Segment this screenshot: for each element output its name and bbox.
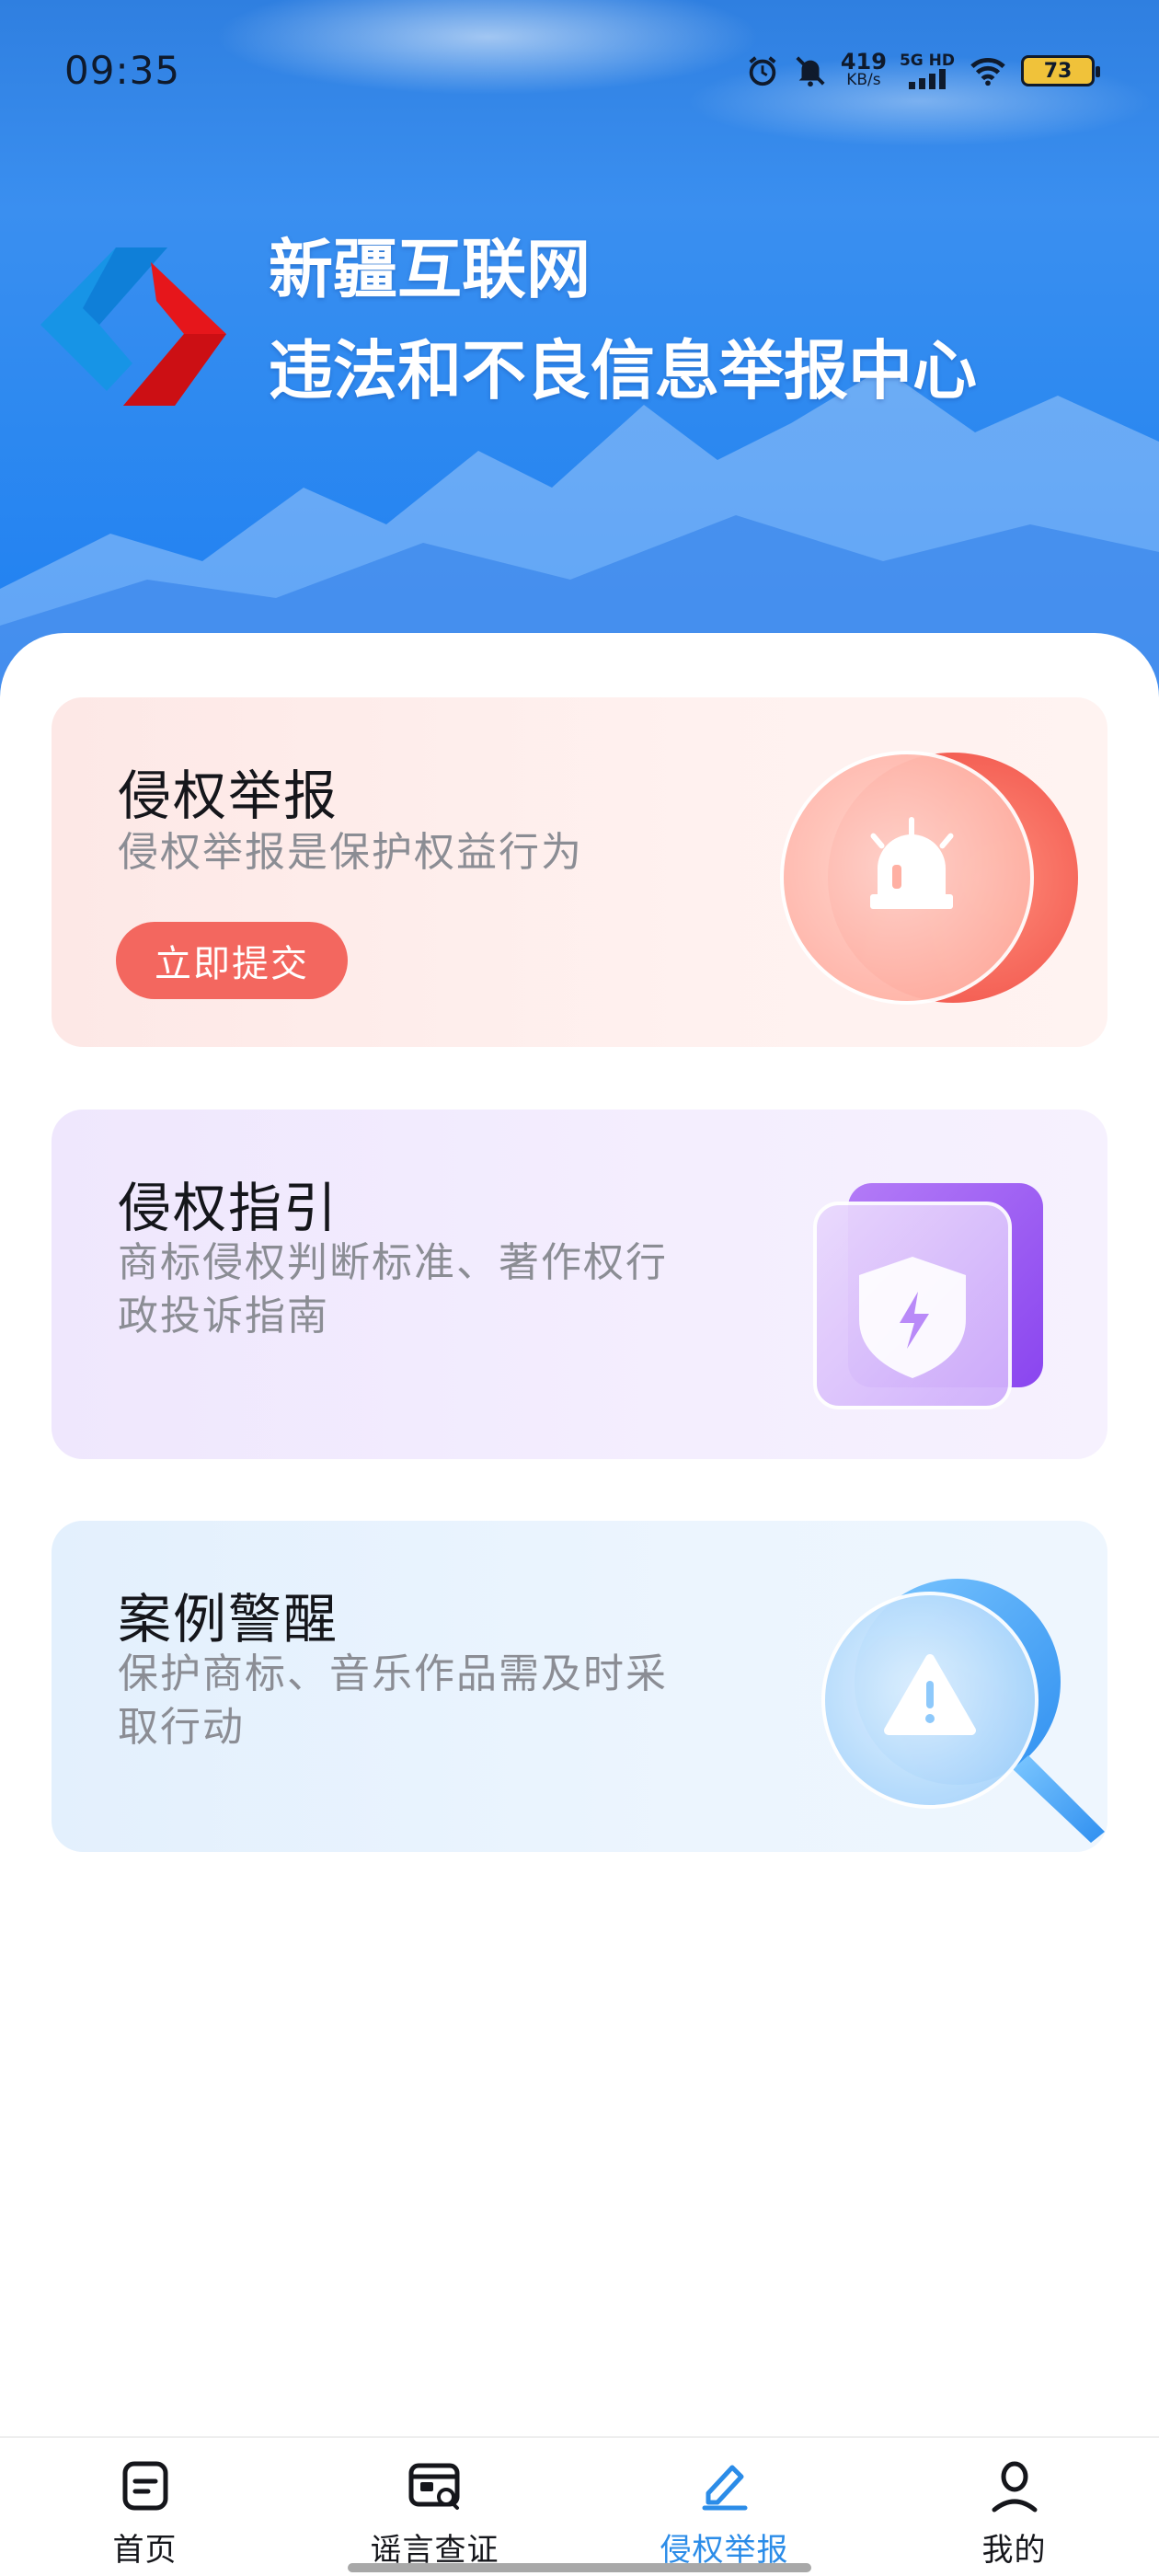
- pen-report-icon: [702, 2465, 747, 2511]
- cellular-signal: 5G HD: [899, 51, 955, 89]
- shield-lightning-icon: [813, 1183, 1043, 1409]
- card-description: 保护商标、音乐作品需及时采取行动: [118, 1650, 668, 1751]
- bottom-nav: 首页 谣言查证 侵权举报 我的: [0, 2436, 1159, 2576]
- magnifier-warning-icon: [821, 1579, 1105, 1843]
- home-indicator[interactable]: [348, 2563, 811, 2572]
- submit-now-button[interactable]: 立即提交: [116, 922, 348, 999]
- nav-item-home[interactable]: 首页: [0, 2438, 290, 2576]
- home-doc-icon: [122, 2461, 167, 2511]
- nav-item-rumor-check[interactable]: 谣言查证: [290, 2438, 580, 2576]
- card-title: 侵权举报: [118, 765, 339, 827]
- brand-title: 新疆互联网: [269, 232, 591, 307]
- card-infringement-report[interactable]: 侵权举报 侵权举报是保护权益行为 立即提交: [52, 697, 1107, 1047]
- net-speed-unit: KB/s: [846, 71, 881, 89]
- net-speed-value: 419: [840, 49, 887, 75]
- mute-icon: [796, 56, 825, 87]
- card-title: 侵权指引: [118, 1177, 339, 1239]
- wifi-icon: [970, 58, 1005, 86]
- status-icons: 419 KB/s 5G HD 73: [745, 48, 1100, 94]
- nav-label: 我的: [981, 2532, 1047, 2569]
- status-time: 09:35: [64, 48, 181, 93]
- brand-subtitle: 违法和不良信息举报中心: [269, 333, 977, 408]
- logo-icon: [40, 247, 226, 406]
- nav-item-me[interactable]: 我的: [869, 2438, 1159, 2576]
- battery-level: 73: [1043, 59, 1073, 83]
- user-icon: [992, 2461, 1037, 2513]
- net-speed: 419 KB/s: [840, 49, 887, 89]
- card-infringement-guide[interactable]: 侵权指引 商标侵权判断标准、著作权行政投诉指南: [52, 1110, 1107, 1459]
- nav-label: 首页: [112, 2532, 178, 2569]
- alarm-light-icon: [780, 751, 1078, 1005]
- card-case-warning[interactable]: 案例警醒 保护商标、音乐作品需及时采取行动: [52, 1521, 1107, 1852]
- card-description: 侵权举报是保护权益行为: [118, 829, 583, 876]
- signal-label: 5G HD: [899, 51, 955, 70]
- card-description: 商标侵权判断标准、著作权行政投诉指南: [118, 1239, 668, 1340]
- battery-icon: 73: [1021, 55, 1100, 86]
- header-banner: 09:35 419 KB/s 5G HD 73 新疆互联网 违法和不良信息举报中…: [0, 0, 1159, 699]
- alarm-icon: [749, 56, 776, 86]
- card-title: 案例警醒: [118, 1588, 339, 1650]
- rumor-check-icon: [408, 2463, 459, 2510]
- nav-item-infringement-report[interactable]: 侵权举报: [580, 2438, 869, 2576]
- status-bar: 09:35 419 KB/s 5G HD 73: [0, 0, 1159, 138]
- cellular-signal-icon: [908, 68, 946, 89]
